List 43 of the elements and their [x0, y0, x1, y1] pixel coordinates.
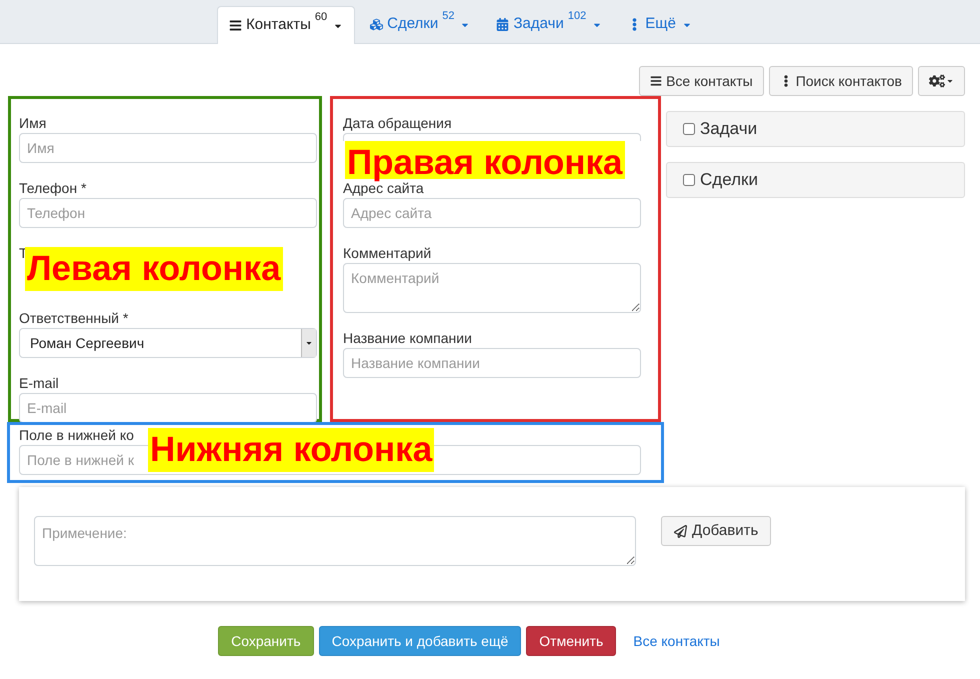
field-label: Поле в нижней ко	[19, 426, 135, 445]
tab[interactable]: Задачи $^{102}$	[485, 6, 614, 43]
checkbox[interactable]	[683, 123, 695, 135]
panel-header[interactable]: Сделки	[666, 162, 965, 198]
select-field[interactable]: Роман Сергеевич	[19, 328, 317, 358]
menu-icon	[229, 19, 242, 32]
note-field[interactable]: Примечение:	[34, 516, 636, 566]
annotation-label: Правая колонка	[345, 141, 625, 179]
comment-field[interactable]: Комментарий	[343, 263, 641, 313]
input-field[interactable]: E-mail	[19, 393, 317, 423]
annotation-label: Левая колонка	[25, 247, 283, 291]
field-label: Дата обращения	[343, 114, 453, 133]
toolbar-button[interactable]: Поиск контактов	[768, 66, 913, 96]
field-label: Имя	[19, 114, 48, 133]
annotation-label: Нижняя колонка	[148, 428, 434, 472]
field-label: Адрес сайта	[343, 180, 424, 198]
settings-button[interactable]	[918, 66, 965, 96]
panel-header[interactable]: Задачи	[666, 111, 965, 147]
tab[interactable]: Сделки $^{52}$	[359, 6, 482, 43]
tab[interactable]: Контакты $^{60}$	[217, 6, 356, 44]
input-field[interactable]: Телефон	[19, 198, 317, 228]
input-field[interactable]: Название компании	[343, 348, 641, 378]
caret-icon	[946, 77, 954, 85]
checkbox[interactable]	[683, 174, 695, 186]
menu-icon	[650, 75, 662, 87]
cubes-icon	[370, 18, 384, 31]
input-field[interactable]	[343, 133, 641, 141]
field-label: Телефон *	[19, 179, 88, 198]
settings-icon	[929, 74, 945, 88]
contacts-link[interactable]: Все контакты	[621, 626, 732, 656]
input-field[interactable]: Адрес сайта	[343, 198, 641, 228]
add-button[interactable]: Добавить	[661, 516, 772, 546]
send-icon	[674, 524, 687, 538]
toolbar-button[interactable]: Все контакты	[639, 66, 764, 96]
field-label: Комментарий	[343, 244, 432, 263]
caret-icon	[305, 339, 313, 347]
field-label: Название компании	[343, 329, 473, 348]
input-field[interactable]: Имя	[19, 133, 317, 163]
calendar-icon	[496, 18, 510, 31]
action-button[interactable]: Отменить	[526, 626, 616, 656]
tab[interactable]: Ещё	[617, 6, 703, 43]
field-label: Ответственный *	[19, 309, 130, 328]
field-label: E-mail	[19, 374, 60, 393]
